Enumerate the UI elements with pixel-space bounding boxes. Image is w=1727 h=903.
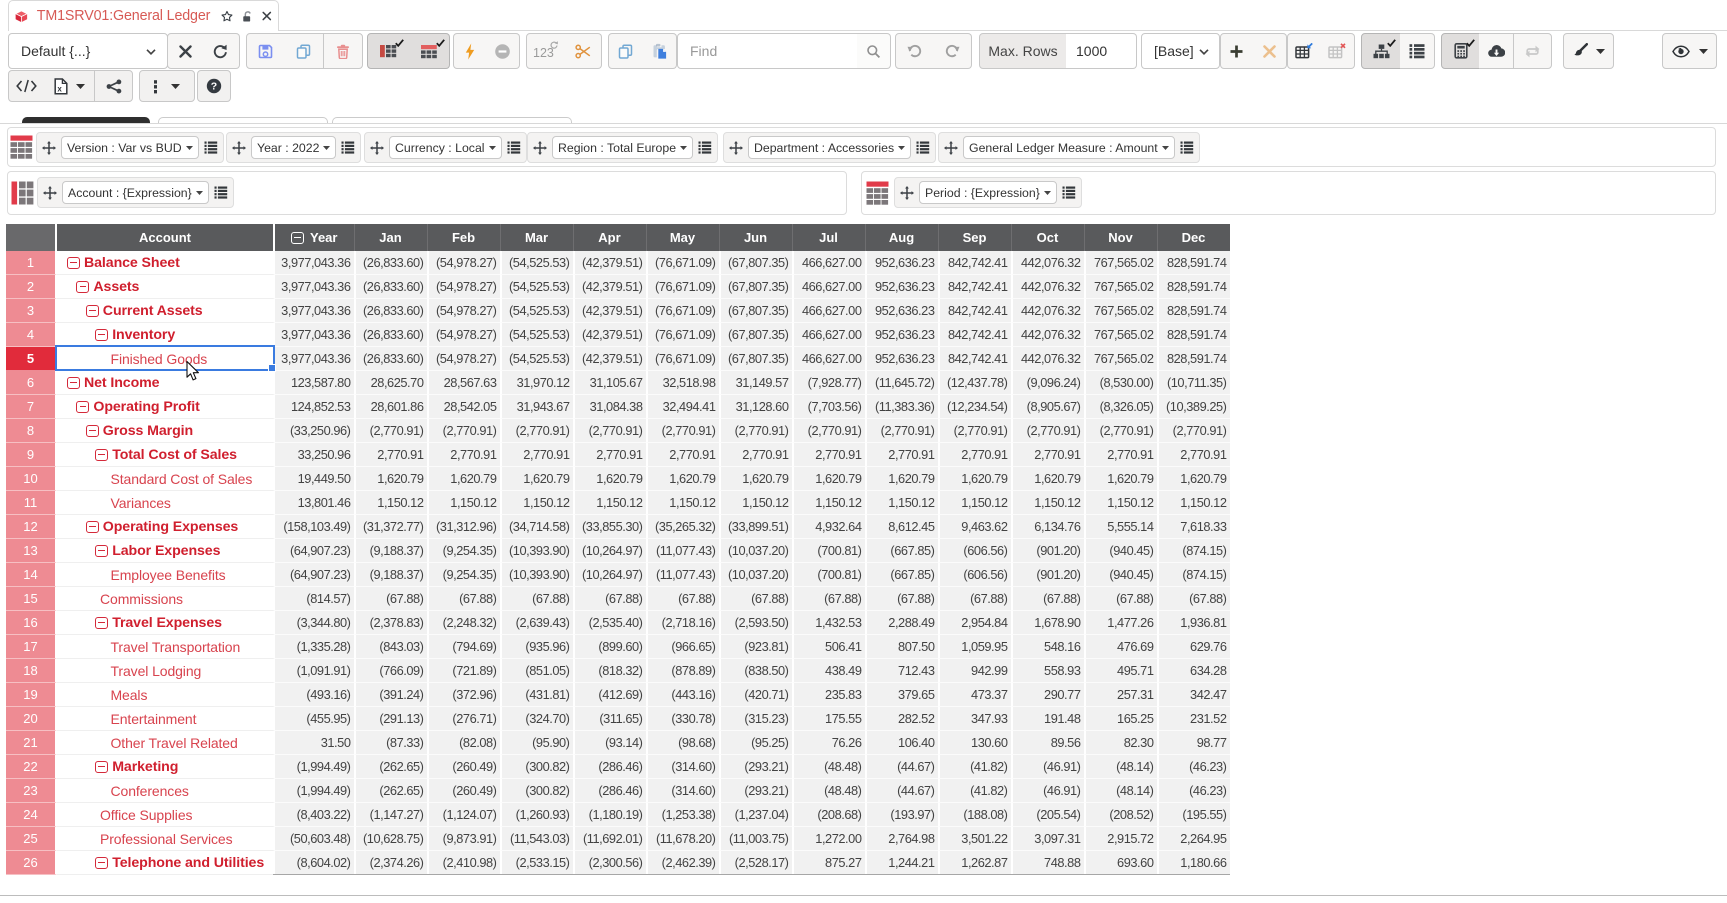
svg-text:123: 123	[533, 46, 554, 60]
svg-text:?: ?	[211, 81, 217, 93]
svg-text:x: x	[57, 84, 62, 93]
